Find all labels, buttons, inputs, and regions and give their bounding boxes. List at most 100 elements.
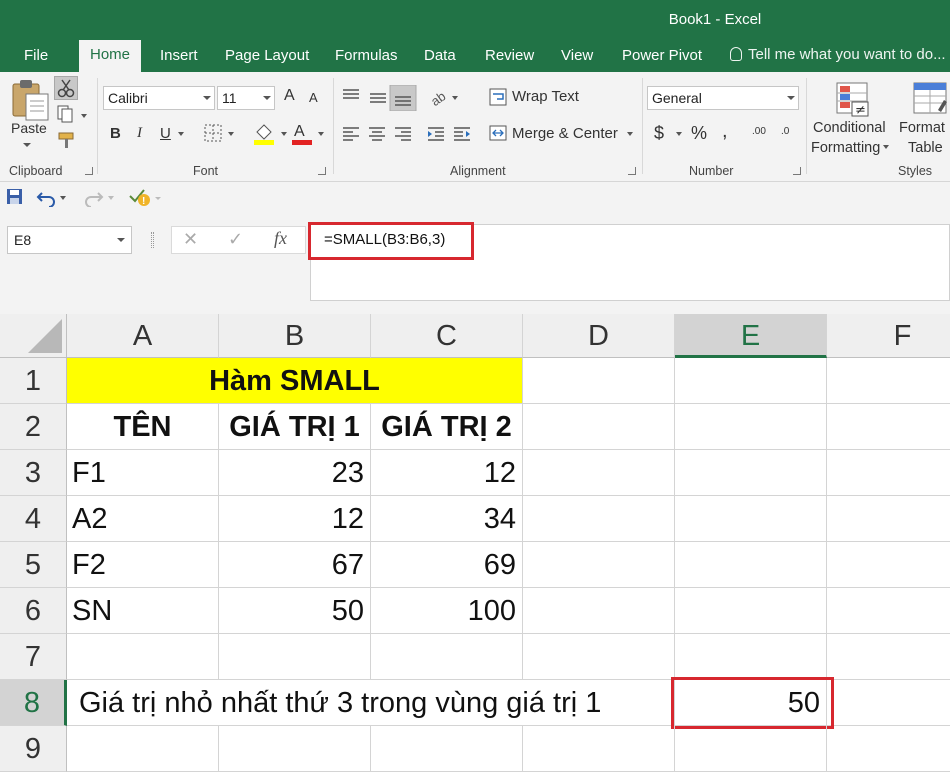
save-icon[interactable] — [6, 188, 23, 205]
label-cell-a8[interactable]: Giá trị nhỏ nhất thứ 3 trong vùng giá tr… — [67, 680, 675, 726]
font-name-select[interactable]: Calibri — [103, 86, 215, 110]
cell[interactable] — [371, 634, 523, 680]
column-header-c[interactable]: C — [371, 314, 523, 358]
number-format-select[interactable]: General — [647, 86, 799, 110]
shrink-font-button[interactable]: A — [309, 90, 318, 105]
row-header-8[interactable]: 8 — [0, 680, 67, 726]
enter-formula-button[interactable]: ✓ — [228, 229, 243, 250]
format-painter-icon[interactable] — [57, 130, 79, 150]
italic-button[interactable]: I — [137, 125, 142, 142]
tab-home[interactable]: Home — [79, 40, 142, 72]
grow-font-button[interactable]: A — [284, 87, 295, 105]
data-value-1-cell[interactable]: 67 — [219, 542, 371, 588]
tab-insert[interactable]: Insert — [160, 46, 198, 72]
cell[interactable] — [827, 404, 950, 450]
tab-file[interactable]: File — [24, 46, 48, 72]
cell[interactable] — [675, 404, 827, 450]
format-table-icon[interactable] — [910, 80, 950, 120]
cell-a1-merged-title[interactable]: Hàm SMALL — [67, 358, 523, 404]
cell[interactable] — [675, 542, 827, 588]
paste-dropdown-icon[interactable] — [23, 143, 31, 147]
tab-power-pivot[interactable]: Power Pivot — [622, 46, 702, 72]
cell[interactable] — [675, 496, 827, 542]
font-color-dropdown-icon[interactable] — [318, 132, 324, 136]
insert-function-button[interactable]: fx — [274, 228, 287, 249]
undo-icon[interactable] — [36, 187, 70, 207]
conditional-formatting-label-2[interactable]: Formatting — [811, 140, 890, 156]
select-all-button[interactable] — [0, 314, 67, 358]
data-value-1-cell[interactable]: 23 — [219, 450, 371, 496]
column-header-e[interactable]: E — [675, 314, 827, 358]
font-launcher-icon[interactable] — [318, 167, 326, 175]
column-header-d[interactable]: D — [523, 314, 675, 358]
comma-button[interactable]: , — [722, 120, 728, 143]
clipboard-launcher-icon[interactable] — [85, 167, 93, 175]
copy-icon[interactable] — [56, 104, 90, 124]
row-header-6[interactable]: 6 — [0, 588, 67, 634]
cell[interactable] — [523, 634, 675, 680]
tab-view[interactable]: View — [561, 46, 593, 72]
cell[interactable] — [523, 496, 675, 542]
wrap-text-button[interactable]: Wrap Text — [512, 88, 579, 105]
cell[interactable] — [675, 358, 827, 404]
tab-review[interactable]: Review — [485, 46, 534, 72]
alignment-launcher-icon[interactable] — [628, 167, 636, 175]
header-value-2[interactable]: GIÁ TRỊ 2 — [371, 404, 523, 450]
row-header-5[interactable]: 5 — [0, 542, 67, 588]
row-header-3[interactable]: 3 — [0, 450, 67, 496]
number-launcher-icon[interactable] — [793, 167, 801, 175]
tab-formulas[interactable]: Formulas — [335, 46, 398, 72]
cell[interactable] — [219, 634, 371, 680]
cell[interactable] — [67, 634, 219, 680]
underline-dropdown-icon[interactable] — [178, 132, 184, 136]
cell[interactable] — [827, 634, 950, 680]
tab-data[interactable]: Data — [424, 46, 456, 72]
data-value-2-cell[interactable]: 34 — [371, 496, 523, 542]
cell[interactable] — [827, 358, 950, 404]
cell[interactable] — [523, 726, 675, 772]
currency-dropdown-icon[interactable] — [676, 132, 682, 136]
cell[interactable] — [827, 680, 950, 726]
cancel-formula-button[interactable]: ✕ — [183, 229, 198, 250]
redo-icon[interactable] — [82, 187, 116, 207]
format-table-label-2[interactable]: Table — [908, 140, 943, 156]
horizontal-align-icons[interactable] — [340, 122, 480, 146]
row-header-1[interactable]: 1 — [0, 358, 67, 404]
column-header-a[interactable]: A — [67, 314, 219, 358]
row-header-9[interactable]: 9 — [0, 726, 67, 772]
increase-decimal-button[interactable]: .00 — [752, 126, 766, 137]
cell[interactable] — [371, 726, 523, 772]
data-value-1-cell[interactable]: 50 — [219, 588, 371, 634]
paste-label[interactable]: Paste — [11, 120, 47, 136]
cell[interactable] — [827, 588, 950, 634]
merge-dropdown-icon[interactable] — [627, 132, 633, 136]
tab-page-layout[interactable]: Page Layout — [225, 46, 309, 72]
cell[interactable] — [67, 726, 219, 772]
data-value-1-cell[interactable]: 12 — [219, 496, 371, 542]
cell[interactable] — [523, 588, 675, 634]
tell-me-box[interactable]: Tell me what you want to do... — [730, 46, 946, 63]
cell[interactable] — [827, 726, 950, 772]
paste-icon[interactable] — [10, 78, 52, 122]
data-name-cell[interactable]: A2 — [67, 496, 219, 542]
cell[interactable] — [523, 542, 675, 588]
data-value-2-cell[interactable]: 100 — [371, 588, 523, 634]
vertical-align-icons[interactable] — [340, 85, 420, 111]
data-value-2-cell[interactable]: 69 — [371, 542, 523, 588]
header-name[interactable]: TÊN — [67, 404, 219, 450]
cell[interactable] — [827, 450, 950, 496]
percent-button[interactable]: % — [691, 123, 707, 144]
conditional-formatting-icon[interactable]: ≠ — [834, 80, 874, 120]
cell[interactable] — [675, 450, 827, 496]
font-size-select[interactable]: 11 — [217, 86, 275, 110]
cell[interactable] — [675, 726, 827, 772]
cut-button[interactable] — [54, 76, 78, 100]
data-name-cell[interactable]: F2 — [67, 542, 219, 588]
decrease-decimal-button[interactable]: .0 — [781, 126, 789, 137]
wrap-text-icon[interactable] — [488, 87, 508, 107]
cell[interactable] — [219, 726, 371, 772]
format-table-label-1[interactable]: Format — [899, 120, 945, 136]
data-name-cell[interactable]: SN — [67, 588, 219, 634]
fill-color-icon[interactable] — [253, 122, 291, 146]
cell[interactable] — [675, 634, 827, 680]
